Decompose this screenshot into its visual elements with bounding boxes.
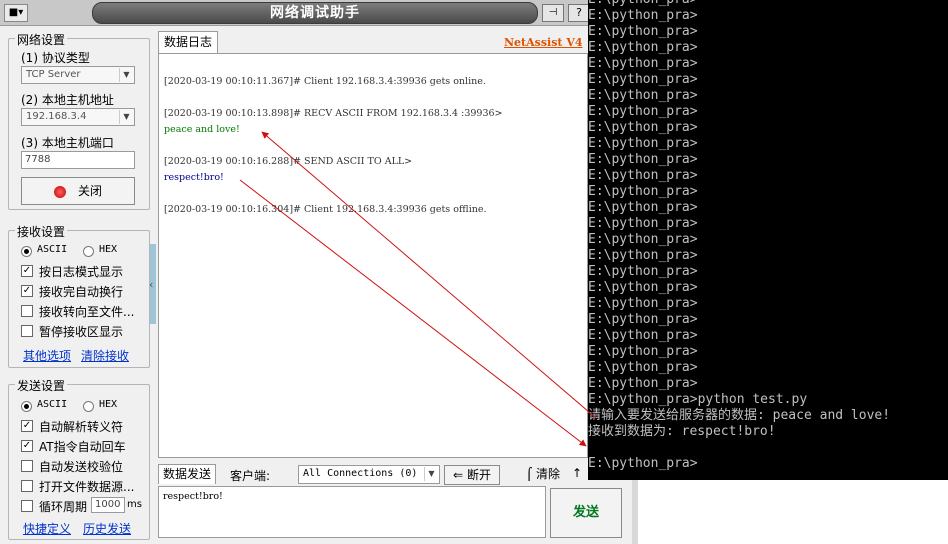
arrow-line <box>239 179 587 447</box>
arrow-line <box>261 131 597 419</box>
annotation-arrows <box>239 131 597 447</box>
